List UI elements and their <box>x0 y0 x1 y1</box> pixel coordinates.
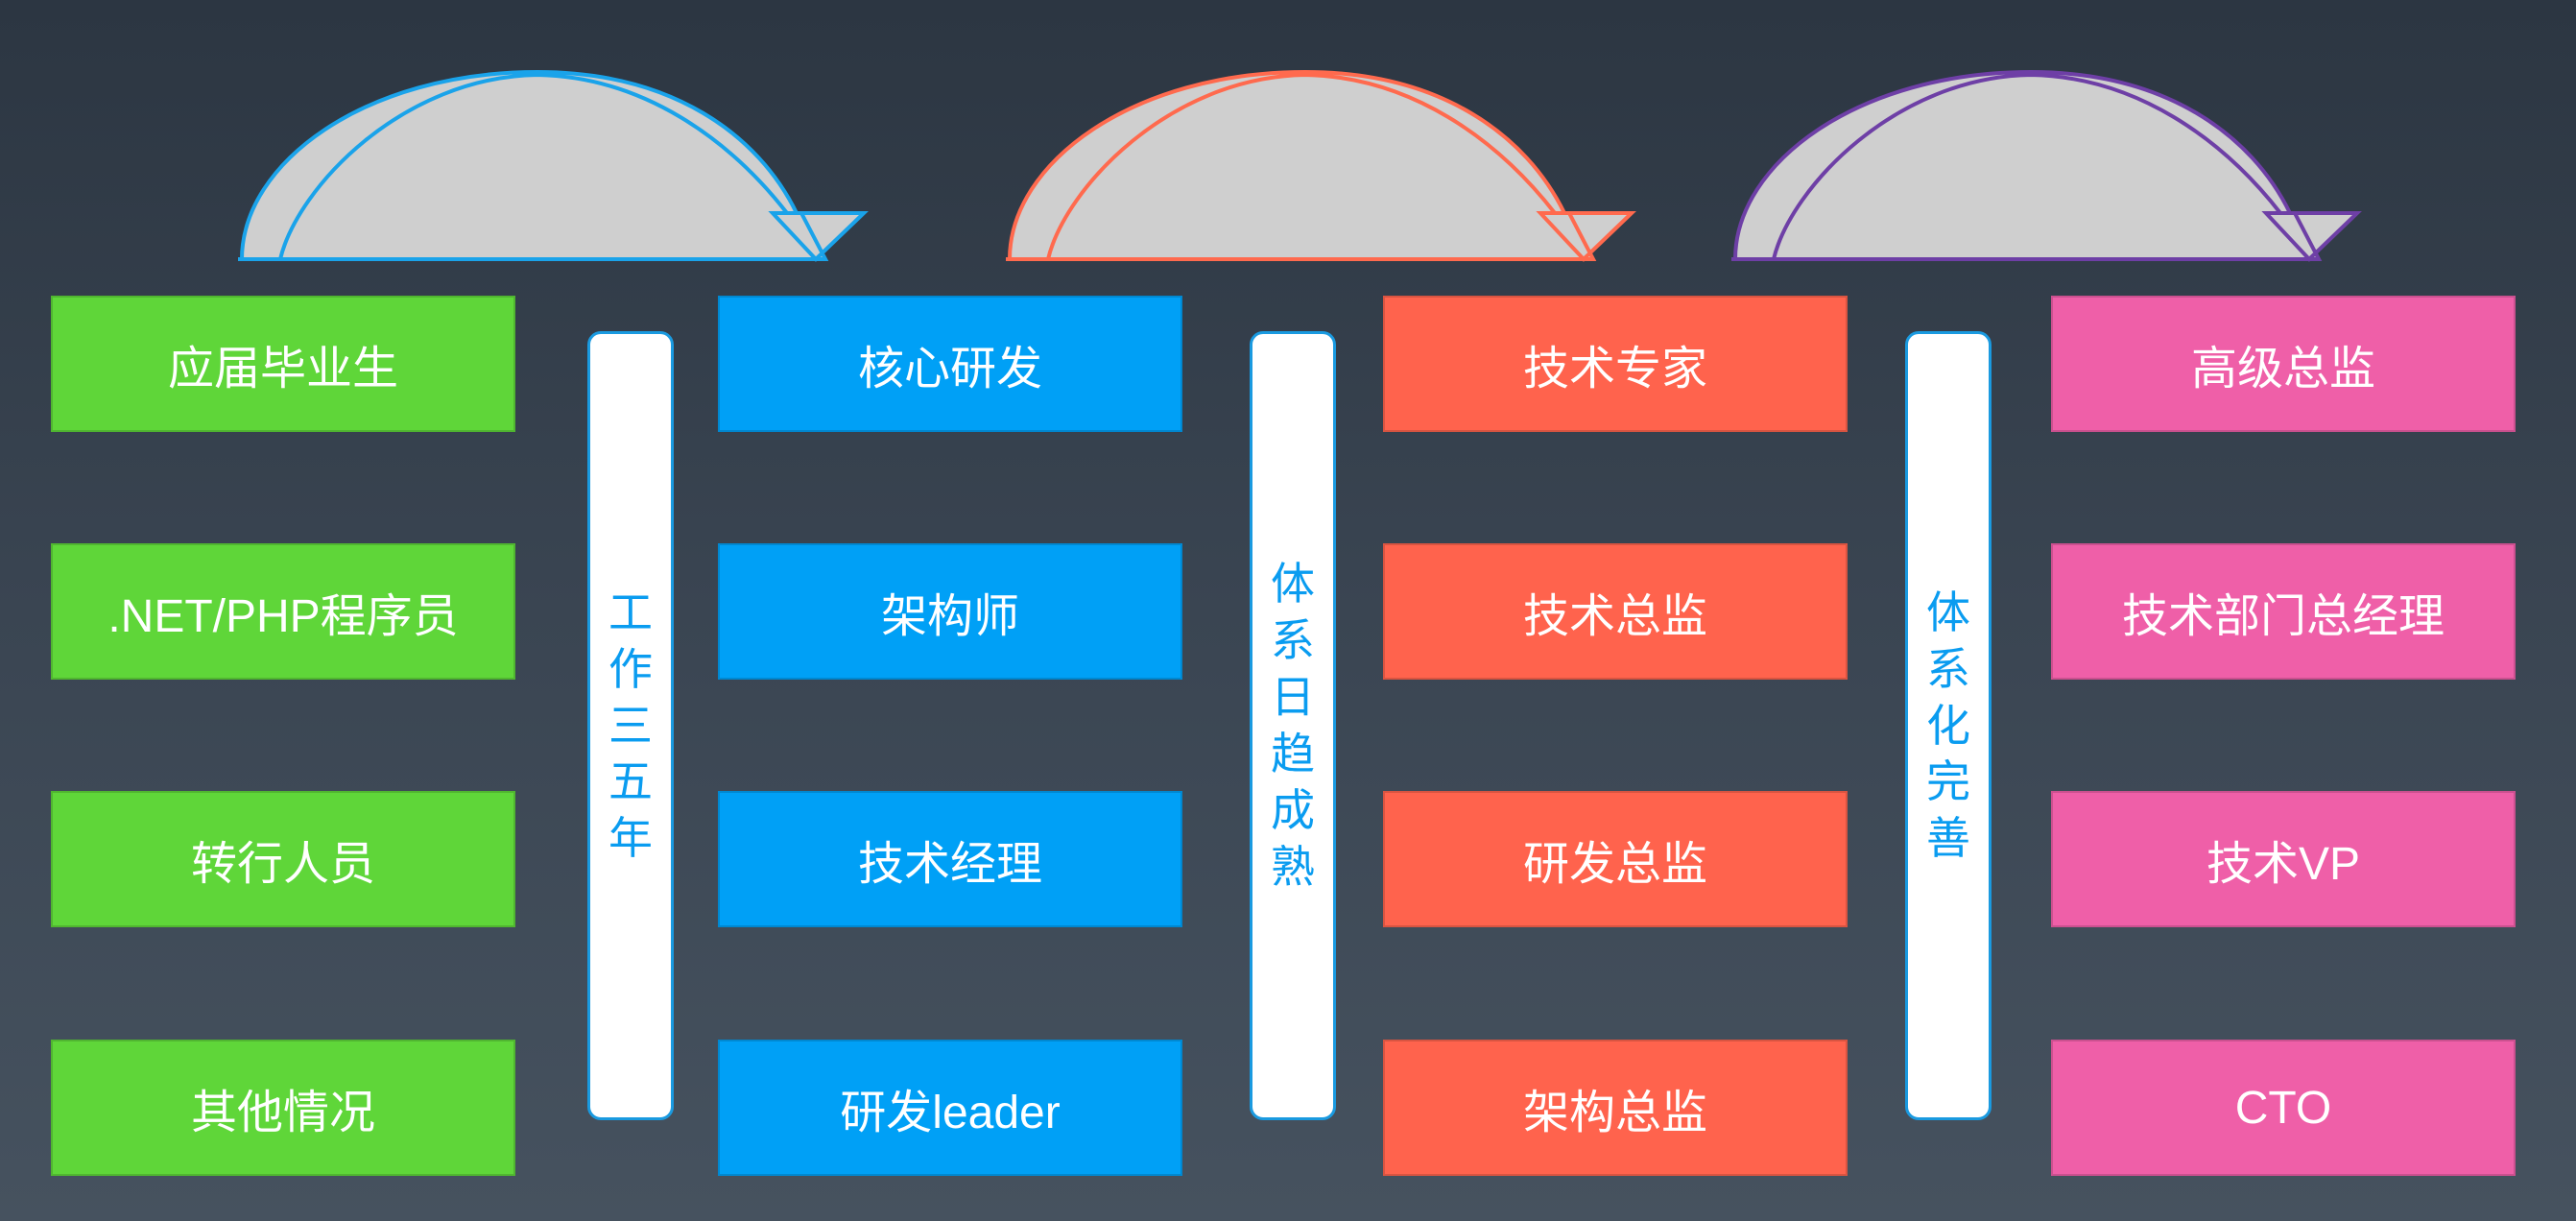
stage-pillar-label: 体系日趋成熟 <box>1271 559 1315 892</box>
stage-pillar-1: 工作三五年 <box>587 331 674 1120</box>
role-label: 技术总监 <box>1522 591 1707 642</box>
role-label: 研发总监 <box>1522 839 1707 890</box>
role-label: 架构师 <box>880 591 1019 642</box>
stage-pillar-label: 体系化完善 <box>1926 587 1970 864</box>
stage-pillar-label: 工作三五年 <box>608 587 653 864</box>
role-box-arch-director: 架构总监 <box>1383 1040 1848 1176</box>
role-box-senior-director: 高级总监 <box>2051 296 2516 432</box>
role-label: .NET/PHP程序员 <box>107 591 459 642</box>
arrows-layer <box>238 69 2362 262</box>
curved-arrow-icon-1 <box>238 69 869 262</box>
role-label: 核心研发 <box>857 344 1042 395</box>
role-box-tech-director: 技术总监 <box>1383 543 1848 680</box>
role-label: 技术部门总经理 <box>2121 591 2445 642</box>
career-path-diagram: 应届毕业生 .NET/PHP程序员 转行人员 其他情况 工作三五年 核心研发 架… <box>0 0 2576 1221</box>
role-label: 其他情况 <box>190 1088 375 1138</box>
role-box-net-php: .NET/PHP程序员 <box>51 543 515 680</box>
role-label: 转行人员 <box>190 839 375 890</box>
role-box-architect: 架构师 <box>718 543 1182 680</box>
role-box-rd-director: 研发总监 <box>1383 791 1848 927</box>
curved-arrow-icon-3 <box>1731 69 2362 262</box>
curved-arrow-icon-2 <box>1006 69 1636 262</box>
stage-pillar-2: 体系日趋成熟 <box>1250 331 1336 1120</box>
role-box-other: 其他情况 <box>51 1040 515 1176</box>
role-label: 技术VP <box>2206 839 2361 890</box>
role-box-core-dev: 核心研发 <box>718 296 1182 432</box>
role-box-career-switch: 转行人员 <box>51 791 515 927</box>
role-box-rd-leader: 研发leader <box>718 1040 1182 1176</box>
role-box-tech-expert: 技术专家 <box>1383 296 1848 432</box>
role-label: 技术经理 <box>857 839 1042 890</box>
role-box-cto: CTO <box>2051 1040 2516 1176</box>
role-label: 研发leader <box>840 1088 1061 1138</box>
role-label: 技术专家 <box>1522 344 1707 395</box>
role-box-tech-manager: 技术经理 <box>718 791 1182 927</box>
role-label: 高级总监 <box>2190 344 2375 395</box>
role-label: 架构总监 <box>1522 1088 1707 1138</box>
role-label: CTO <box>2234 1082 2332 1134</box>
role-box-graduate: 应届毕业生 <box>51 296 515 432</box>
role-label: 应届毕业生 <box>167 344 398 395</box>
role-box-tech-gm: 技术部门总经理 <box>2051 543 2516 680</box>
stage-pillar-3: 体系化完善 <box>1905 331 1992 1120</box>
role-box-tech-vp: 技术VP <box>2051 791 2516 927</box>
